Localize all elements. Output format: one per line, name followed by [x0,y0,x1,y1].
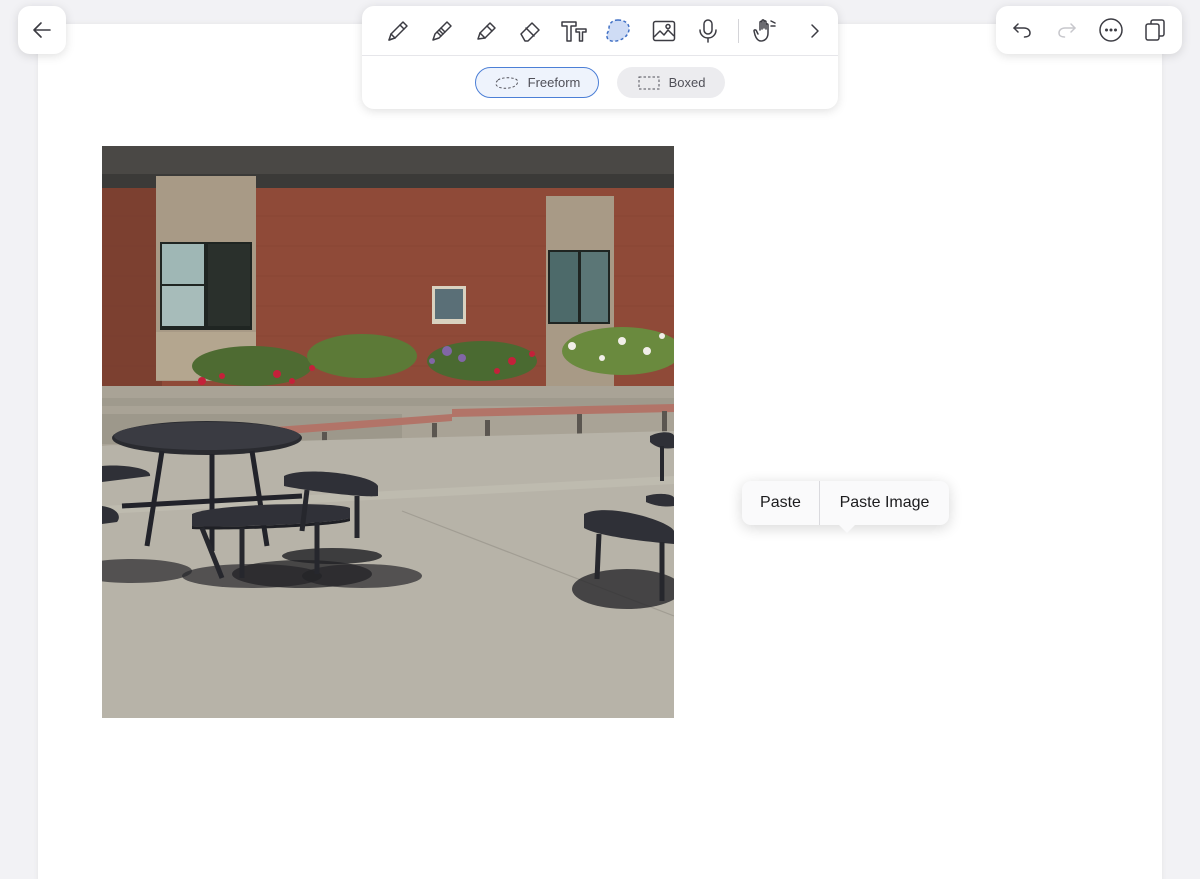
boxed-mode-button[interactable]: Boxed [617,67,725,98]
undo-icon [1013,23,1031,38]
microphone-icon [699,19,717,43]
pencil-tool-button[interactable] [425,15,459,47]
undo-button[interactable] [1006,14,1038,46]
back-button[interactable] [18,6,66,54]
highlighter-icon [477,22,496,40]
chevron-right-icon [811,24,819,38]
context-menu-pointer [838,524,856,533]
freeform-mode-button[interactable]: Freeform [475,67,599,98]
paste-image-menu-item[interactable]: Paste Image [820,481,949,525]
pages-button[interactable] [1139,14,1171,46]
courtyard-image [102,146,674,718]
tool-row [362,6,838,55]
more-icon [1099,18,1123,42]
pen-tool-button[interactable] [381,15,415,47]
eraser-icon [520,22,540,42]
text-icon [561,21,587,42]
image-tool-button[interactable] [647,15,681,47]
tool-toolbar: Freeform Boxed [362,6,838,109]
lasso-tool-button[interactable] [601,15,635,47]
image-icon [652,20,676,42]
text-tool-button[interactable] [557,15,591,47]
toolbar-divider [362,55,838,56]
freeform-lasso-icon [495,76,518,89]
freeform-label: Freeform [527,75,581,90]
highlighter-tool-button[interactable] [469,15,503,47]
hand-icon [753,19,776,42]
toolbar-separator [738,19,739,43]
hand-tool-button[interactable] [748,15,782,47]
pen-icon [388,21,408,41]
arrow-left-icon [33,22,51,38]
eraser-tool-button[interactable] [513,15,547,47]
more-tools-button[interactable] [798,15,832,47]
redo-icon [1058,23,1076,38]
pasted-photo[interactable] [102,146,674,718]
document-actions-bar [996,6,1182,54]
pages-icon [1145,19,1165,41]
pencil-icon [432,21,452,41]
paste-menu-item[interactable]: Paste [742,481,820,525]
redo-button[interactable] [1051,14,1083,46]
boxed-selection-icon [638,76,660,89]
more-options-button[interactable] [1095,14,1127,46]
boxed-label: Boxed [668,75,706,90]
context-menu: Paste Paste Image [742,481,949,533]
lasso-icon [606,19,630,42]
microphone-tool-button[interactable] [691,15,725,47]
